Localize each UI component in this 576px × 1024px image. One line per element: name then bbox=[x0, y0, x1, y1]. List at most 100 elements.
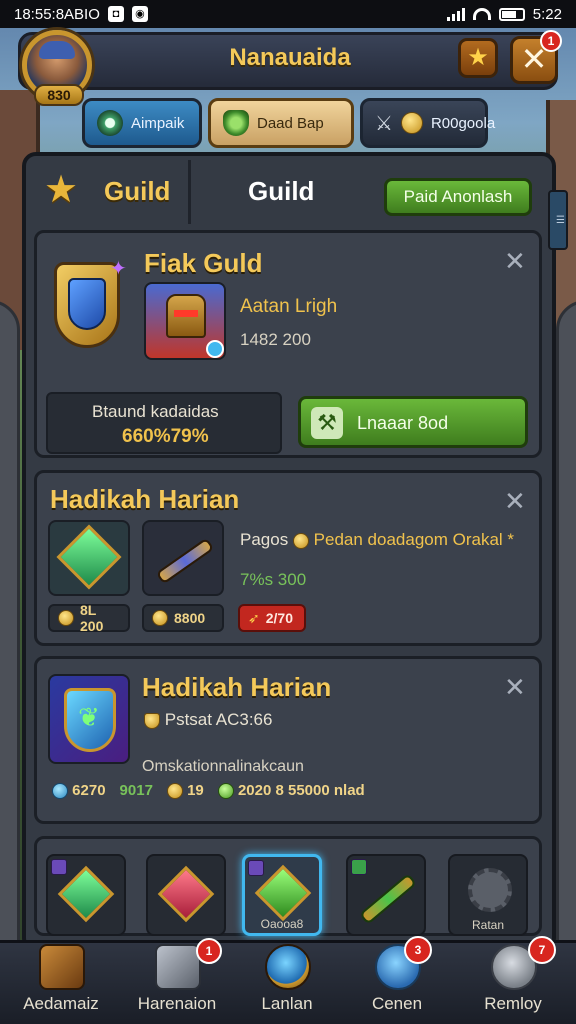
blue-coin-icon bbox=[52, 783, 68, 800]
nav-label: Lanlan bbox=[261, 994, 313, 1013]
panel-title-left: Guild bbox=[104, 176, 171, 206]
wifi-icon bbox=[472, 8, 491, 20]
globe-icon bbox=[265, 944, 311, 990]
chip-label: 8L 200 bbox=[80, 602, 104, 634]
item-slot-5[interactable]: Ratan bbox=[448, 854, 528, 936]
quest-chip-3: ➶ 2/70 bbox=[238, 604, 306, 632]
locked-gear-icon bbox=[468, 868, 512, 912]
join-guild-button[interactable]: ⚒ Lnaaar 8od bbox=[298, 396, 528, 448]
tab-label: Daad Bap bbox=[257, 114, 324, 132]
chip-label: 8800 bbox=[174, 610, 206, 626]
quest-desc: Pagos Pedan doadagom Orakal * bbox=[240, 530, 514, 550]
nav-label: Aedamaiz bbox=[23, 994, 99, 1013]
hammer-icon: ⚒ bbox=[311, 407, 343, 439]
leaf-icon: ❦ bbox=[78, 702, 100, 732]
item-tag-icon bbox=[51, 859, 67, 875]
notification-icon: ◘ bbox=[107, 6, 124, 22]
player-level-badge: 830 bbox=[34, 84, 84, 106]
item-label: Oaooa8 bbox=[260, 917, 304, 931]
coin-icon bbox=[58, 610, 74, 626]
green-gem-icon bbox=[57, 865, 115, 923]
guild-card-title: Fiak Guld bbox=[144, 248, 263, 278]
coin-icon bbox=[152, 610, 168, 626]
nav-label: Cenen bbox=[371, 994, 423, 1013]
chip-label: 2/70 bbox=[265, 610, 293, 626]
item-tag-icon bbox=[351, 859, 367, 875]
stat-2: 9017 bbox=[120, 782, 153, 799]
status-bar: 18:55:8ABIO ◘ ◉ 5:22 bbox=[0, 0, 576, 28]
nav-item-lanlan[interactable]: Lanlan bbox=[232, 944, 342, 1022]
panel-title-right: Guild bbox=[248, 176, 315, 206]
hammer-shield-icon bbox=[39, 944, 85, 990]
join-button-label: Lnaaar 8od bbox=[357, 413, 449, 433]
nav-badge: 7 bbox=[528, 936, 556, 964]
nav-label: Harenaion bbox=[137, 994, 217, 1013]
tab-aimpaik[interactable]: Aimpaik bbox=[82, 98, 202, 148]
card-close-icon[interactable]: ✕ bbox=[504, 248, 526, 274]
reward-subtitle: Pstsat AC3:66 bbox=[144, 710, 272, 730]
knight-portrait[interactable] bbox=[144, 282, 226, 360]
signal-icon bbox=[446, 7, 465, 21]
status-left-text: 18:55:8ABIO bbox=[14, 5, 100, 23]
purple-star-icon: ✦ bbox=[110, 258, 127, 280]
stat-3: 19 bbox=[166, 782, 204, 800]
nav-item-cenen[interactable]: 3 Cenen bbox=[342, 936, 452, 1022]
reward-desc: Omskationnalinakcaun bbox=[142, 758, 304, 775]
stat-value: 9017 bbox=[119, 782, 153, 800]
reward-subtitle-text: Pstsat AC3:66 bbox=[164, 710, 273, 729]
stat-value: 19 bbox=[187, 782, 204, 799]
anvil-icon bbox=[155, 944, 201, 990]
stat-value: 6270 bbox=[72, 782, 106, 799]
nav-badge: 1 bbox=[196, 938, 222, 964]
verified-badge-icon bbox=[206, 340, 224, 358]
daily-reward-title: Hadikah Harian bbox=[142, 672, 332, 702]
stone-arch-left bbox=[0, 300, 20, 980]
nav-item-aedamaiz[interactable]: Aedamaiz bbox=[6, 944, 116, 1022]
green-gem-icon bbox=[56, 524, 122, 590]
avatar-hair bbox=[39, 41, 75, 59]
quest-reward-slot-2[interactable] bbox=[142, 520, 224, 596]
item-slot-2[interactable] bbox=[146, 854, 226, 936]
leaf-shield-icon bbox=[223, 110, 249, 136]
coin-icon bbox=[166, 783, 183, 800]
tab-daad-bap[interactable]: Daad Bap bbox=[208, 98, 354, 148]
side-scroll-tab[interactable]: ☰ bbox=[548, 190, 568, 250]
panel-divider bbox=[188, 160, 191, 224]
tab-r00goola[interactable]: ⚔ R00goola bbox=[360, 98, 495, 148]
quest-desc-gold: Pedan doadagom Orakal * bbox=[313, 530, 515, 549]
stat-4: 2020 8 55000 nlad bbox=[217, 782, 365, 800]
screen-title: Nanauaida bbox=[229, 44, 351, 71]
green-sword-icon bbox=[358, 873, 418, 925]
item-slot-4[interactable] bbox=[346, 854, 426, 936]
item-slot-3[interactable]: Oaooa8 bbox=[242, 854, 322, 936]
card-close-icon[interactable]: ✕ bbox=[504, 488, 526, 514]
nav-label: Remloy bbox=[484, 994, 542, 1013]
green-coin-icon bbox=[217, 783, 234, 800]
reward-stats-row: 6270 9017 19 2020 8 55000 nlad bbox=[52, 782, 365, 800]
quest-reward-slot-1[interactable] bbox=[48, 520, 130, 596]
card-close-icon[interactable]: ✕ bbox=[504, 674, 526, 700]
eye-icon bbox=[97, 110, 123, 136]
quest-value: 7%s 300 bbox=[240, 570, 307, 589]
favorite-star-button[interactable]: ★ bbox=[458, 38, 498, 78]
reward-label: Btaund kadaidas bbox=[92, 402, 219, 421]
reward-emblem[interactable]: ❦ bbox=[48, 674, 130, 764]
helmet-visor bbox=[174, 310, 198, 317]
reward-value: 660%79% bbox=[122, 426, 209, 447]
nav-item-remloy[interactable]: 7 Remloy bbox=[458, 936, 568, 1022]
nav-badge: 3 bbox=[404, 936, 432, 964]
scroll-staff-icon bbox=[155, 537, 215, 585]
tab-label: Aimpaik bbox=[131, 114, 185, 132]
item-label: Ratan bbox=[471, 918, 505, 932]
panel-action-button[interactable]: Paid Anonlash bbox=[384, 178, 532, 216]
arrow-icon: ➶ bbox=[248, 609, 260, 626]
close-button-badge: 1 bbox=[540, 30, 562, 52]
stat-value: 2020 8 55000 nlad bbox=[237, 782, 365, 799]
coin-icon bbox=[292, 532, 309, 549]
shield-coin-icon bbox=[144, 712, 160, 729]
nav-item-harenaion[interactable]: 1 Harenaion bbox=[122, 938, 232, 1022]
item-slot-1[interactable] bbox=[46, 854, 126, 936]
status-time: 5:22 bbox=[532, 5, 562, 23]
quest-desc-label: Pagos bbox=[240, 530, 289, 549]
guild-subtitle: Aatan Lrigh bbox=[240, 296, 338, 317]
